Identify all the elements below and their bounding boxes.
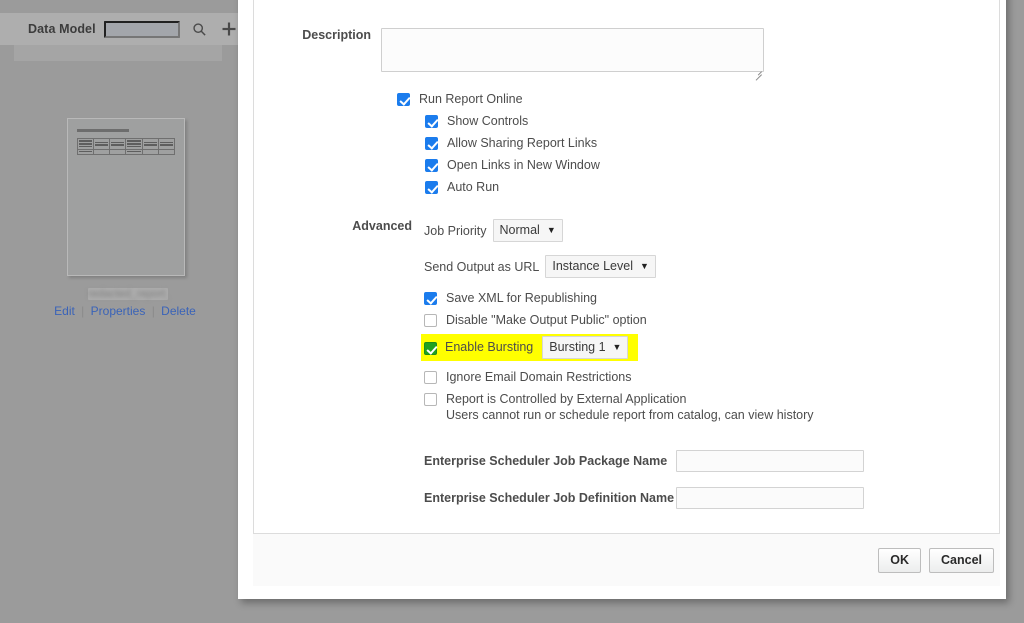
enable-bursting-highlight: Enable Bursting Bursting 1 ▼ xyxy=(421,334,638,361)
report-name: redacted_report_name xyxy=(88,288,168,300)
report-thumbnail[interactable] xyxy=(67,118,185,276)
data-model-input[interactable] xyxy=(104,21,180,38)
send-output-as-url-label: Send Output as URL xyxy=(424,260,539,274)
ess-package-input[interactable] xyxy=(676,450,864,472)
ess-definition-label: Enterprise Scheduler Job Definition Name xyxy=(424,491,676,505)
disable-make-output-public-checkbox[interactable] xyxy=(424,314,437,327)
option-show-controls[interactable]: Show Controls xyxy=(425,114,999,129)
report-properties-link[interactable]: Properties xyxy=(91,304,146,318)
option-run-report-online[interactable]: Run Report Online xyxy=(397,92,999,107)
external-application-sublabel: Users cannot run or schedule report from… xyxy=(446,407,814,423)
dialog-content-panel: Description Run Report Online Show C xyxy=(253,0,1000,534)
report-thumbnail-page xyxy=(67,118,185,276)
description-label: Description xyxy=(254,28,381,42)
auto-run-label: Auto Run xyxy=(447,180,499,195)
thumbnail-table xyxy=(77,138,175,155)
option-allow-sharing-report-links[interactable]: Allow Sharing Report Links xyxy=(425,136,999,151)
advanced-section: Advanced Job Priority Normal ▼ Send Outp… xyxy=(254,219,999,509)
description-input[interactable] xyxy=(381,28,764,72)
thumbnail-title-line xyxy=(77,129,129,132)
report-edit-link[interactable]: Edit xyxy=(54,304,75,318)
save-xml-label: Save XML for Republishing xyxy=(446,291,597,306)
ess-definition-row: Enterprise Scheduler Job Definition Name xyxy=(424,487,999,509)
external-application-checkbox[interactable] xyxy=(424,393,437,406)
description-row: Description xyxy=(254,28,999,77)
search-icon[interactable] xyxy=(191,20,209,38)
job-priority-row: Job Priority Normal ▼ xyxy=(424,219,999,242)
auto-run-checkbox[interactable] xyxy=(425,181,438,194)
ess-package-label: Enterprise Scheduler Job Package Name xyxy=(424,454,676,468)
advanced-label: Advanced xyxy=(254,219,412,233)
option-open-links-in-new-window[interactable]: Open Links in New Window xyxy=(425,158,999,173)
allow-sharing-report-links-checkbox[interactable] xyxy=(425,137,438,150)
app-root: Data Model xyxy=(0,0,1024,623)
data-model-toolbar: Data Model xyxy=(0,13,240,45)
show-controls-label: Show Controls xyxy=(447,114,528,129)
external-application-label: Report is Controlled by External Applica… xyxy=(446,392,814,407)
dialog-form: Description Run Report Online Show C xyxy=(254,10,999,533)
option-enable-bursting[interactable]: Enable Bursting Bursting 1 ▼ xyxy=(421,334,999,361)
bursting-definition-value: Bursting 1 xyxy=(549,340,605,354)
chevron-down-icon: ▼ xyxy=(613,340,622,354)
show-controls-checkbox[interactable] xyxy=(425,115,438,128)
save-xml-checkbox[interactable] xyxy=(424,292,437,305)
ignore-email-domain-restrictions-label: Ignore Email Domain Restrictions xyxy=(446,370,632,385)
send-output-as-url-row: Send Output as URL Instance Level ▼ xyxy=(424,255,999,278)
chevron-down-icon: ▼ xyxy=(547,223,556,237)
action-separator-1: | xyxy=(81,304,84,318)
job-priority-select[interactable]: Normal ▼ xyxy=(493,219,563,242)
option-auto-run[interactable]: Auto Run xyxy=(425,180,999,195)
open-links-in-new-window-label: Open Links in New Window xyxy=(447,158,600,173)
report-actions: Edit | Properties | Delete xyxy=(50,304,200,318)
chevron-down-icon: ▼ xyxy=(640,259,649,273)
send-output-as-url-select[interactable]: Instance Level ▼ xyxy=(545,255,656,278)
send-output-as-url-value: Instance Level xyxy=(552,259,633,273)
option-disable-make-output-public[interactable]: Disable "Make Output Public" option xyxy=(424,313,999,328)
disable-make-output-public-label: Disable "Make Output Public" option xyxy=(446,313,647,328)
report-properties-dialog: General Caching Formatting Font Mapping … xyxy=(238,0,1006,599)
cancel-button[interactable]: Cancel xyxy=(929,548,994,573)
ess-package-row: Enterprise Scheduler Job Package Name xyxy=(424,450,999,472)
option-save-xml[interactable]: Save XML for Republishing xyxy=(424,291,999,306)
plus-icon[interactable] xyxy=(220,20,238,38)
report-delete-link[interactable]: Delete xyxy=(161,304,196,318)
run-report-online-checkbox[interactable] xyxy=(397,93,410,106)
action-separator-2: | xyxy=(152,304,155,318)
toolbar-subbar xyxy=(14,45,222,61)
open-links-in-new-window-checkbox[interactable] xyxy=(425,159,438,172)
ess-definition-input[interactable] xyxy=(676,487,864,509)
allow-sharing-report-links-label: Allow Sharing Report Links xyxy=(447,136,597,151)
option-ignore-email-domain-restrictions[interactable]: Ignore Email Domain Restrictions xyxy=(424,370,999,385)
job-priority-value: Normal xyxy=(500,223,540,237)
job-priority-label: Job Priority xyxy=(424,224,487,238)
ignore-email-domain-restrictions-checkbox[interactable] xyxy=(424,371,437,384)
enable-bursting-label: Enable Bursting xyxy=(445,340,533,355)
dialog-footer: OK Cancel xyxy=(253,534,1000,586)
enable-bursting-checkbox[interactable] xyxy=(424,342,437,355)
option-report-controlled-by-external-application[interactable]: Report is Controlled by External Applica… xyxy=(424,392,999,423)
run-report-online-label: Run Report Online xyxy=(419,92,523,107)
bursting-definition-select[interactable]: Bursting 1 ▼ xyxy=(542,336,628,359)
ok-button[interactable]: OK xyxy=(878,548,921,573)
data-model-label: Data Model xyxy=(28,22,96,36)
